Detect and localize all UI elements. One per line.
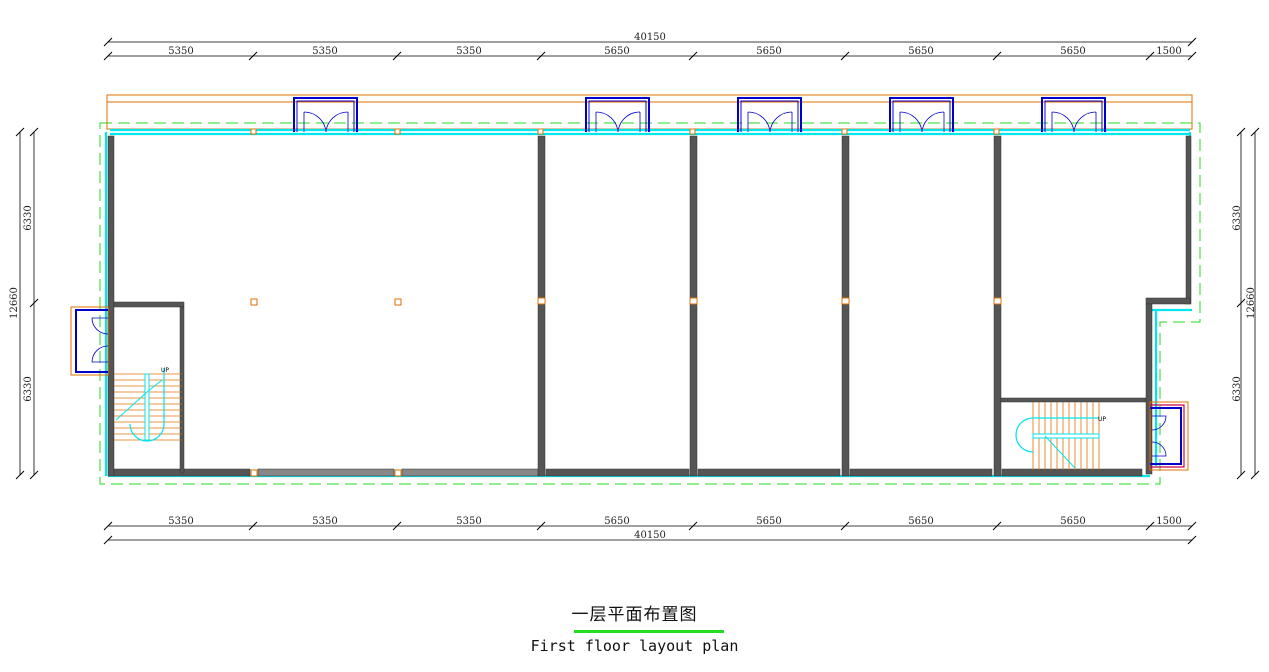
top-bay-dimension: 5650: [604, 46, 629, 57]
window-lines: [104, 128, 1192, 478]
top-dimension-chain: 40150 5350 5350 5350 5650 5650 5650 5650…: [103, 32, 1197, 61]
right-dimension-chain: 6330 6330 12660: [1232, 127, 1260, 480]
drawing-title-chinese: 一层平面布置图: [571, 605, 698, 625]
left-total-dimension: 12660: [9, 287, 20, 319]
entry-door-vestibules: [293, 97, 1106, 133]
left-part-dimension: 6330: [23, 376, 34, 401]
right-stair: UP: [1015, 402, 1106, 470]
double-door-icon: [737, 97, 802, 133]
top-total-dimension: 40150: [634, 32, 666, 43]
double-door-icon: [293, 97, 358, 133]
top-bay-dimension: 1500: [1156, 46, 1181, 57]
top-bay-dimension: 5350: [168, 46, 193, 57]
left-stair: UP: [114, 367, 182, 442]
double-door-icon: [1041, 97, 1106, 133]
right-part-dimension: 6330: [1232, 376, 1243, 401]
site-boundary: [99, 122, 1201, 485]
bottom-bay-dimension: 5650: [1060, 516, 1085, 527]
floor-plan-drawing: 40150 5350 5350 5350 5650 5650 5650 5650…: [9, 32, 1260, 545]
left-side-entry: [70, 306, 109, 376]
right-total-dimension: 12660: [1246, 287, 1257, 319]
top-bay-dimension: 5350: [456, 46, 481, 57]
bottom-bay-dimension: 5350: [168, 516, 193, 527]
drawing-title-english: First floor layout plan: [530, 637, 739, 655]
bottom-bay-dimension: 5350: [456, 516, 481, 527]
bottom-dimension-chain: 5350 5350 5350 5650 5650 5650 5650 1500 …: [103, 516, 1197, 545]
top-bay-dimension: 5650: [1060, 46, 1085, 57]
right-part-dimension: 6330: [1232, 205, 1243, 230]
bottom-bay-dimension: 1500: [1156, 516, 1181, 527]
bottom-bay-dimension: 5650: [604, 516, 629, 527]
bottom-bay-dimension: 5650: [756, 516, 781, 527]
double-door-icon: [889, 97, 954, 133]
bottom-bay-dimension: 5650: [908, 516, 933, 527]
bottom-bay-dimension: 5350: [312, 516, 337, 527]
column-markers: [250, 128, 1002, 477]
left-dimension-chain: 12660 6330 6330: [9, 127, 39, 480]
title-underline: [574, 630, 724, 633]
stair-up-label: UP: [161, 367, 169, 374]
walls: [107, 135, 1192, 477]
bottom-total-dimension: 40150: [634, 530, 666, 541]
stair-up-label: UP: [1098, 416, 1106, 423]
top-bay-dimension: 5650: [908, 46, 933, 57]
top-bay-dimension: 5350: [312, 46, 337, 57]
top-bay-dimension: 5650: [756, 46, 781, 57]
double-door-icon: [585, 97, 650, 133]
left-part-dimension: 6330: [23, 205, 34, 230]
